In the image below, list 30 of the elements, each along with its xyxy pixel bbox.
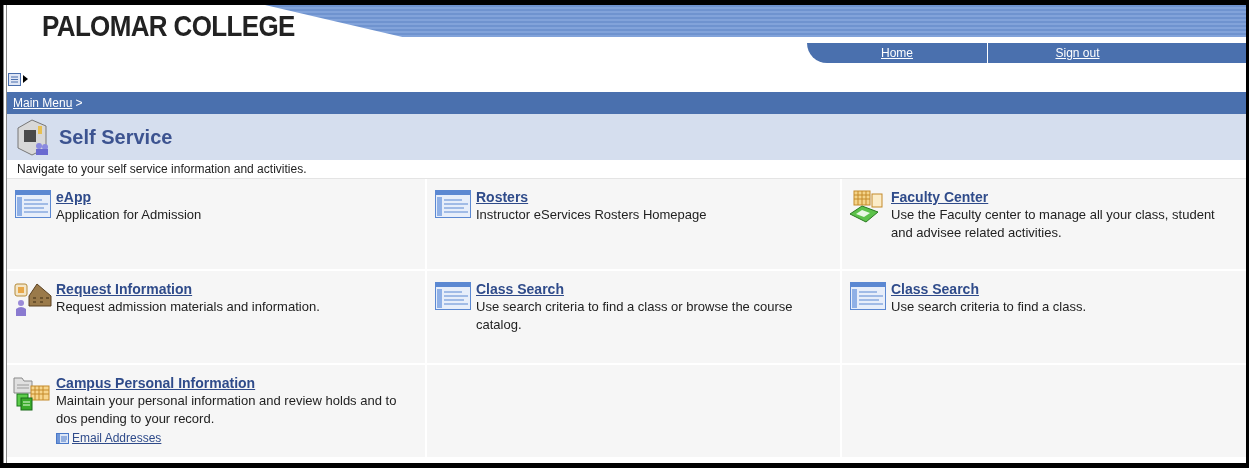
page-icon [435,190,471,218]
item-description: Use search criteria to find a class. [891,298,1087,316]
item-description: Use the Faculty center to manage all your class, student and advisee related activities. [891,206,1216,242]
item-link[interactable]: eApp [56,188,202,206]
item-link[interactable]: Campus Personal Information [56,374,404,392]
person-and-building-icon [13,282,53,318]
sub-link[interactable]: Email Addresses [72,429,162,447]
item-link[interactable]: Faculty Center [891,188,1238,206]
expand-arrow-icon[interactable] [23,75,28,83]
item-description: Request admission materials and information. [56,298,320,316]
breadcrumb-separator: > [75,95,83,112]
folder-and-grid-icon [13,376,53,412]
item-description: Maintain your personal information and review holds and to dos pending to your record. [56,392,398,428]
item-description: Application for Admission [56,206,202,224]
item-description: Instructor eServices Rosters Homepage [476,206,707,224]
item-link[interactable]: Class Search [891,280,1087,298]
nav-link[interactable]: Home [881,44,913,62]
item-link[interactable]: Rosters [476,188,707,206]
page-icon [56,432,69,444]
item-link[interactable]: Class Search [476,280,824,298]
page-icon [435,282,471,310]
item-link[interactable]: Request Information [56,280,320,298]
nav-link[interactable]: Sign out [1055,44,1100,62]
college-logo: PALOMAR COLLEGE [42,8,295,45]
menu-toggle-icon[interactable] [8,72,21,86]
page-title: Self Service [59,125,173,150]
page-icon [850,282,886,310]
item-description: Use search criteria to find a class or browse the course catalog. [476,298,794,334]
page-icon [15,190,51,218]
breadcrumb-link[interactable]: Main Menu [13,94,73,112]
